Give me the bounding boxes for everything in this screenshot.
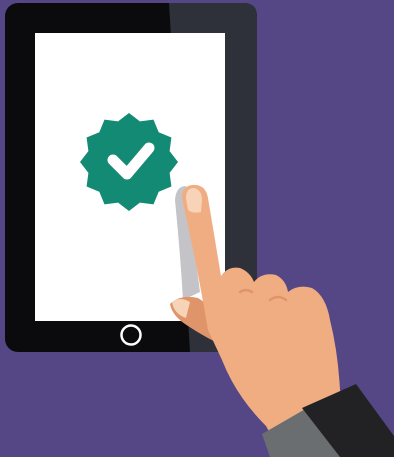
illustration-stage [0,0,394,457]
tablet-tap-illustration [0,0,394,457]
finger-nail [186,188,202,213]
